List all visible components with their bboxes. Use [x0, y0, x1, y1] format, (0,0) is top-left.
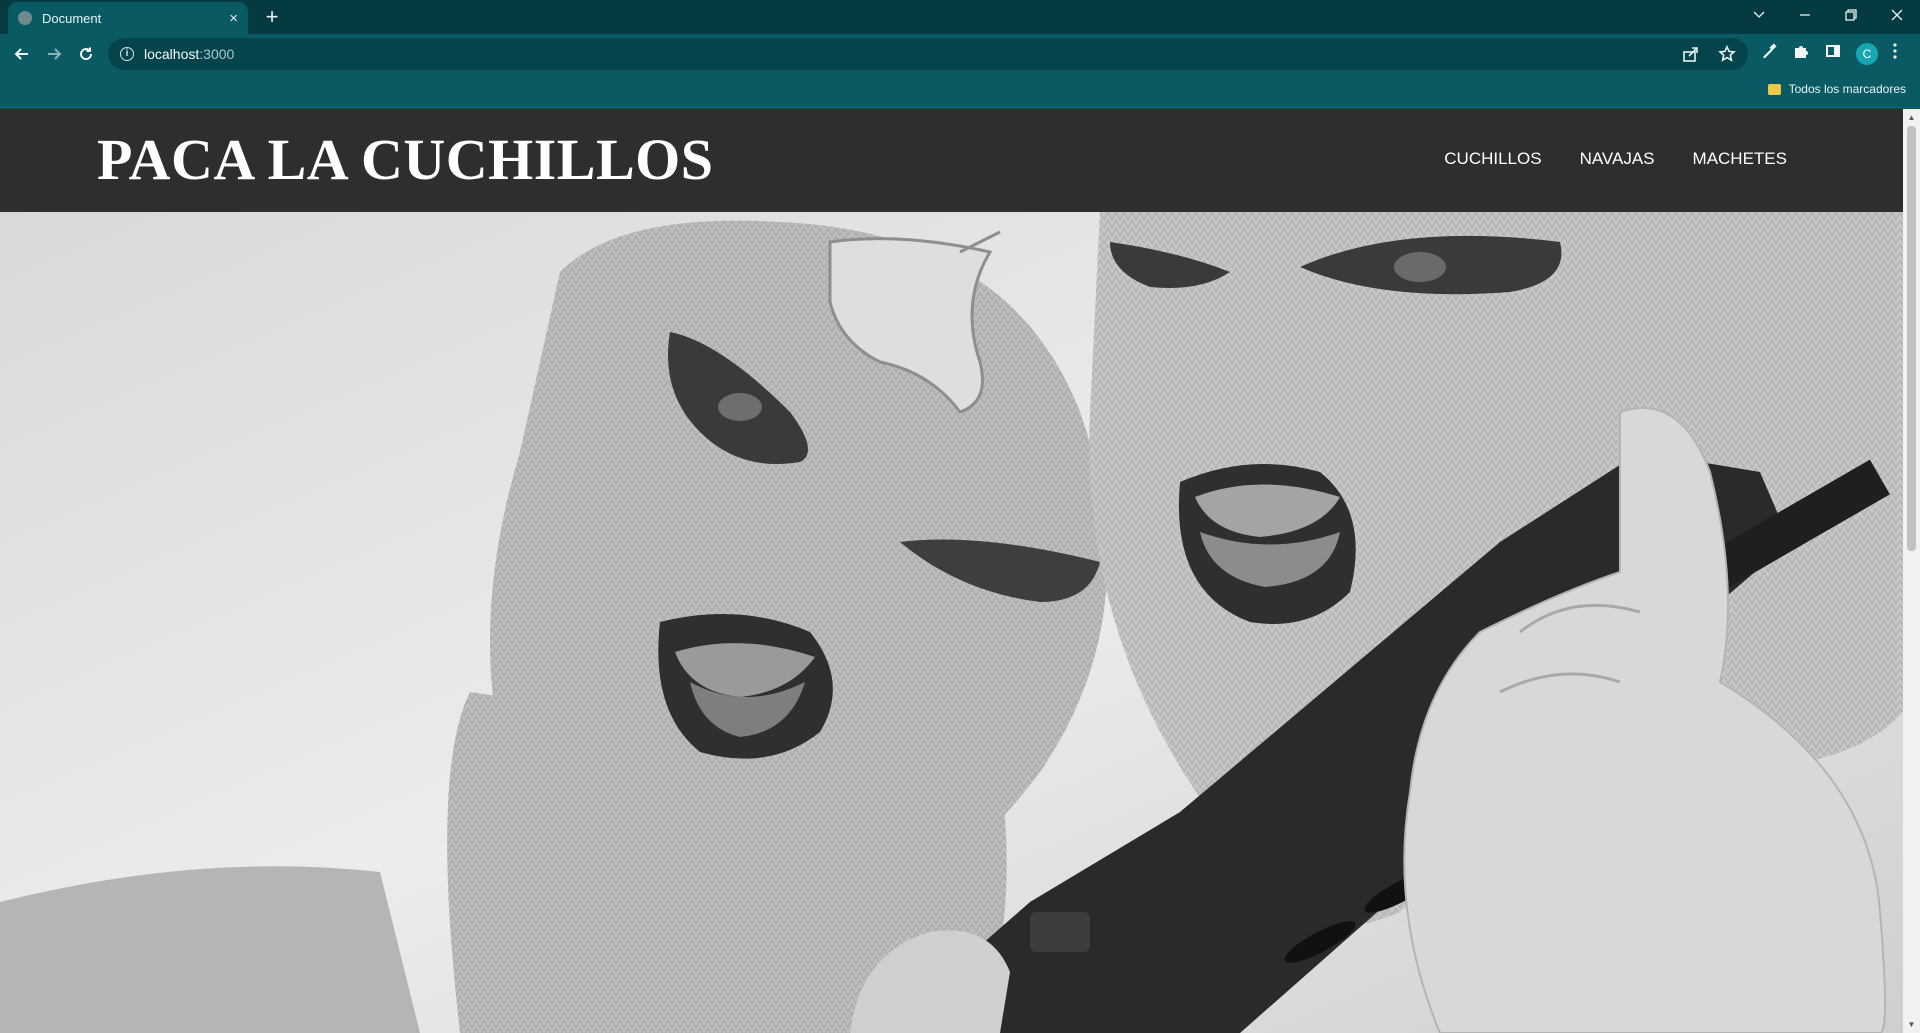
site-header: PACA LA CUCHILLOS CUCHILLOS NAVAJAS MACH… — [0, 109, 1903, 212]
profile-avatar[interactable]: C — [1856, 42, 1878, 65]
back-icon[interactable] — [10, 42, 34, 66]
hero-photo-illustration — [0, 212, 1903, 1033]
bookmarks-bar: Todos los marcadores — [0, 74, 1920, 108]
scroll-up-arrow-icon[interactable]: ▲ — [1903, 109, 1920, 126]
close-window-icon[interactable] — [1874, 0, 1920, 30]
page-viewport: PACA LA CUCHILLOS CUCHILLOS NAVAJAS MACH… — [0, 109, 1920, 1033]
scroll-down-arrow-icon[interactable]: ▼ — [1903, 1016, 1920, 1033]
browser-tab[interactable]: Document × — [8, 2, 248, 34]
tab-search-icon[interactable] — [1736, 0, 1782, 30]
site-title[interactable]: PACA LA CUCHILLOS — [97, 126, 714, 193]
close-tab-icon[interactable]: × — [229, 11, 238, 26]
share-icon[interactable] — [1682, 45, 1700, 68]
hero-image — [0, 212, 1903, 1033]
minimize-icon[interactable] — [1782, 0, 1828, 30]
address-bar[interactable]: i localhost:3000 — [108, 38, 1748, 70]
bookmark-folder-all[interactable]: Todos los marcadores — [1767, 82, 1906, 96]
bookmark-star-icon[interactable] — [1718, 44, 1736, 68]
extensions-puzzle-icon[interactable] — [1792, 42, 1810, 65]
globe-icon — [18, 11, 32, 25]
site-info-icon[interactable]: i — [120, 47, 134, 61]
restore-icon[interactable] — [1828, 0, 1874, 30]
page-scrollbar[interactable]: ▲ ▼ — [1903, 109, 1920, 1033]
url-host: localhost — [144, 46, 200, 62]
scrollbar-thumb[interactable] — [1907, 126, 1916, 551]
nav-link-navajas[interactable]: NAVAJAS — [1580, 149, 1655, 169]
bookmark-folder-label: Todos los marcadores — [1788, 82, 1906, 96]
folder-icon — [1767, 83, 1781, 95]
menu-kebab-icon[interactable] — [1892, 42, 1898, 65]
tab-title: Document — [42, 10, 102, 26]
new-tab-button[interactable]: + — [260, 5, 284, 29]
nav-link-machetes[interactable]: MACHETES — [1693, 149, 1787, 169]
url-port: :3000 — [199, 46, 235, 62]
reload-icon[interactable] — [74, 42, 98, 66]
forward-icon[interactable] — [42, 42, 66, 66]
browser-toolbar: i localhost:3000 C — [0, 34, 1920, 74]
tab-strip: Document × + — [0, 0, 1920, 34]
side-panel-icon[interactable] — [1824, 42, 1842, 65]
nav-link-cuchillos[interactable]: CUCHILLOS — [1444, 149, 1541, 169]
eyedropper-extension-icon[interactable] — [1760, 42, 1778, 65]
site-nav: CUCHILLOS NAVAJAS MACHETES — [1444, 149, 1787, 169]
